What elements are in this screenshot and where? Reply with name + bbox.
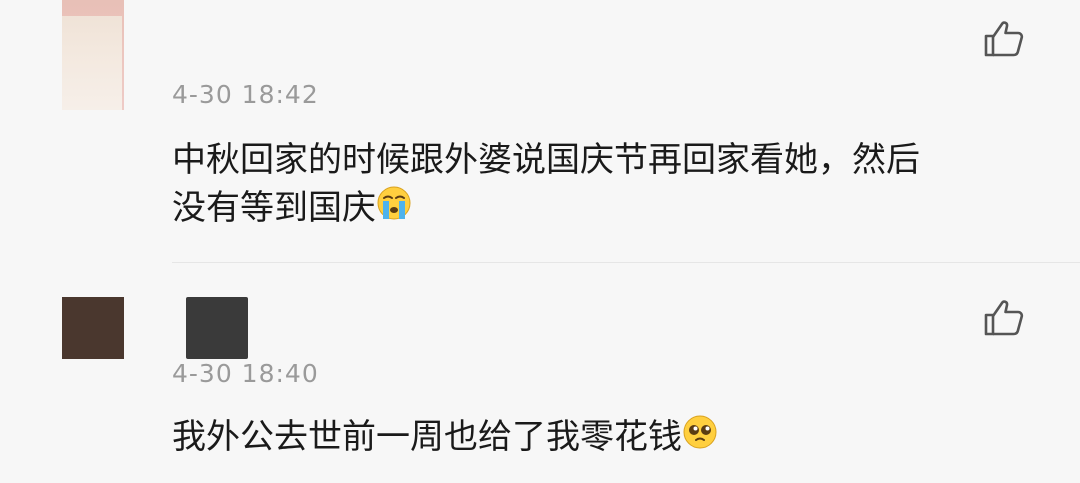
nickname-redacted: [186, 297, 248, 359]
avatar[interactable]: [62, 297, 124, 359]
comment-text: 中秋回家的时候跟外婆说国庆节再回家看她，然后 没有等到国庆: [172, 136, 920, 234]
comment-text-line: 没有等到国庆: [172, 188, 376, 228]
comment-timestamp: 4-30 18:42: [172, 80, 319, 109]
thumbs-up-icon: [984, 300, 1024, 336]
comment-text-line-with-emoji: 没有等到国庆: [172, 184, 920, 234]
comment-item: 4-30 18:40 我外公去世前一周也给了我零花钱: [0, 263, 1080, 483]
comment-text-line: 我外公去世前一周也给了我零花钱: [172, 417, 682, 457]
thumbs-up-icon: [984, 21, 1024, 57]
comment-timestamp: 4-30 18:40: [172, 359, 319, 388]
avatar[interactable]: [62, 0, 124, 110]
comment-text-line: 中秋回家的时候跟外婆说国庆节再回家看她，然后: [172, 140, 920, 180]
comment-text: 我外公去世前一周也给了我零花钱: [172, 413, 718, 463]
crying-face-emoji: [376, 185, 412, 234]
like-button[interactable]: [982, 297, 1026, 337]
like-button[interactable]: [982, 18, 1026, 58]
pleading-face-emoji: [682, 414, 718, 463]
comment-item: 4-30 18:42 中秋回家的时候跟外婆说国庆节再回家看她，然后 没有等到国庆: [0, 0, 1080, 262]
